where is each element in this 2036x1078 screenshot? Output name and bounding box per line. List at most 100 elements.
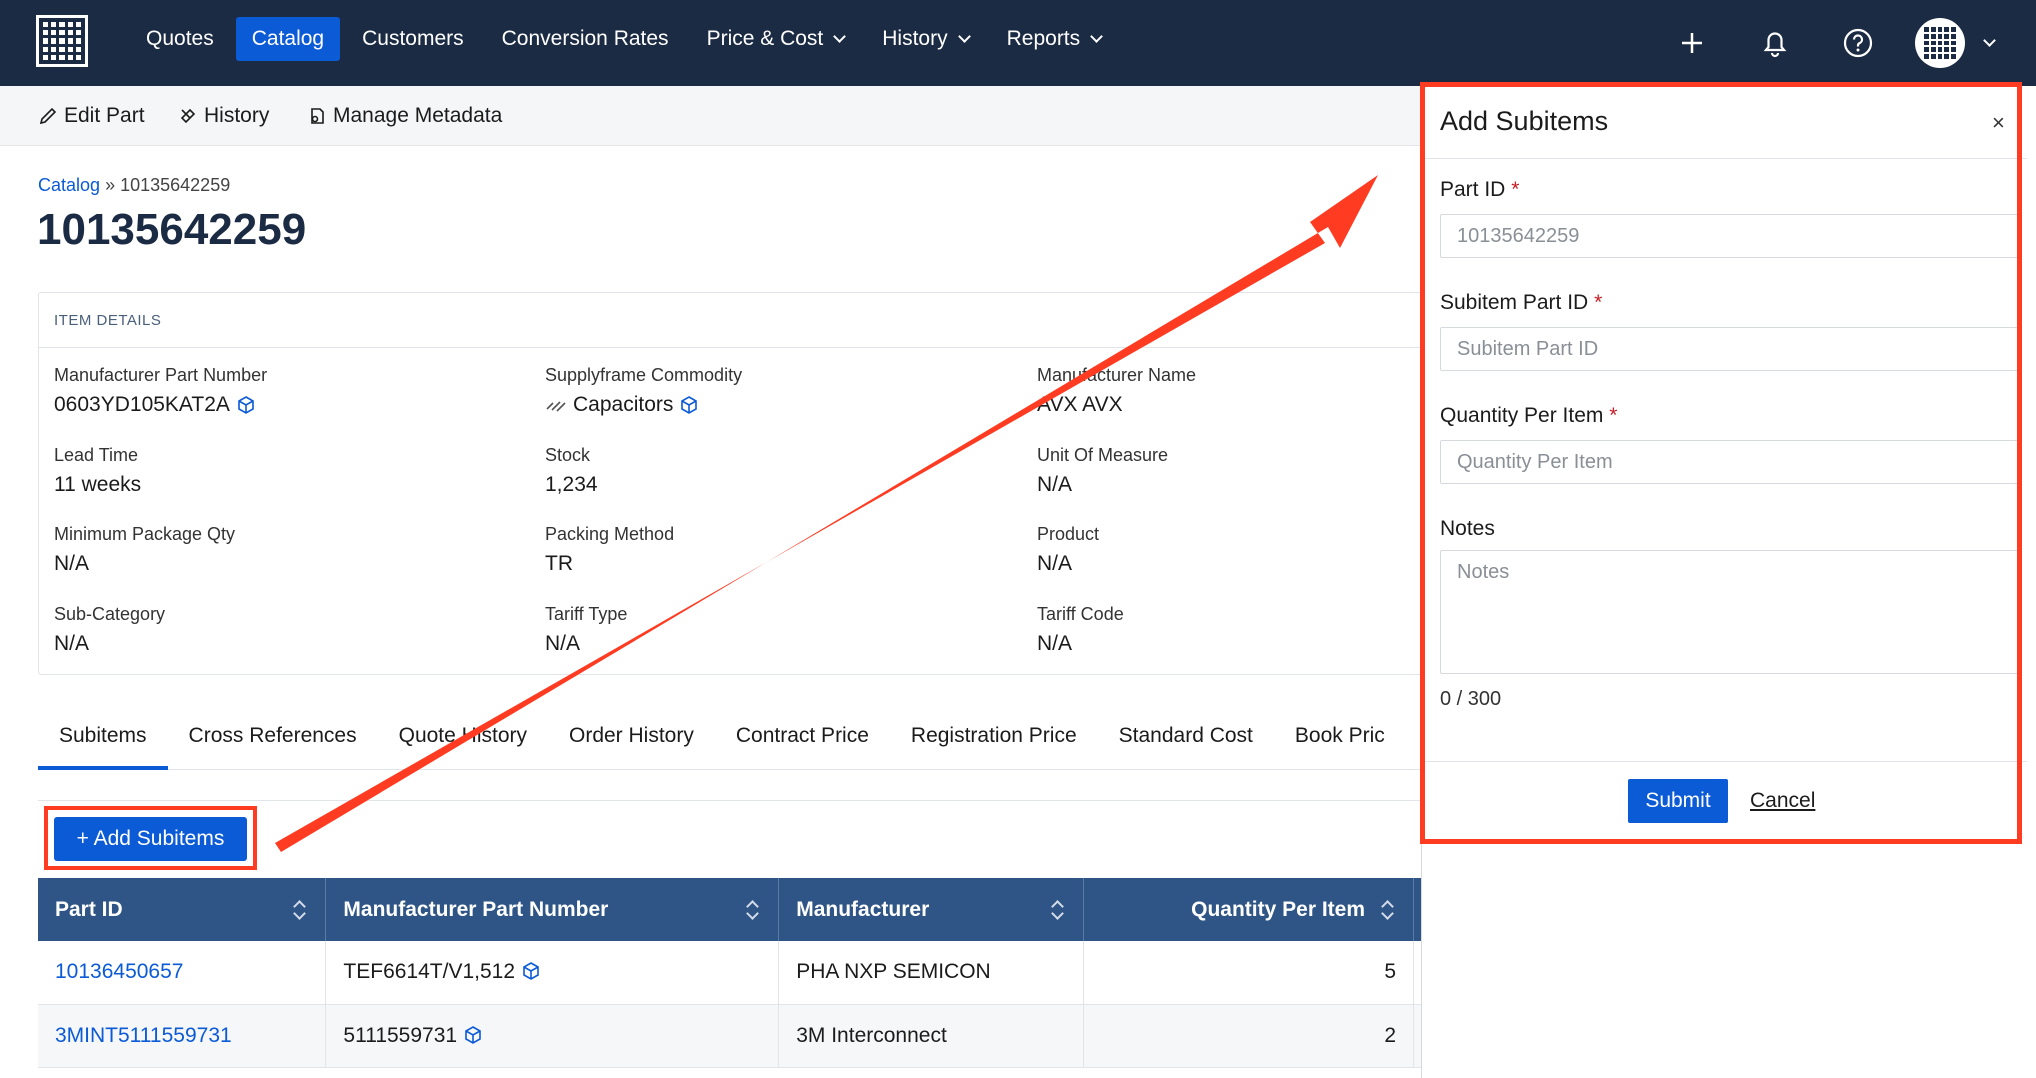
sort-icon[interactable] bbox=[1381, 900, 1393, 920]
field-mpn: Manufacturer Part Number 0603YD105KAT2A bbox=[54, 365, 267, 417]
cube-icon[interactable] bbox=[679, 395, 699, 415]
field-value: N/A bbox=[545, 632, 581, 655]
col-part-id[interactable]: Part ID bbox=[38, 878, 327, 941]
nav-links: Quotes Catalog Customers Conversion Rate… bbox=[130, 17, 1123, 61]
table-row: 10136450657 TEF6614T/V1,512 PHA NXP SEMI… bbox=[38, 941, 1478, 1005]
field-value-wrap: 0603YD105KAT2A bbox=[54, 393, 267, 417]
cube-icon[interactable] bbox=[463, 1025, 483, 1045]
app-logo-icon[interactable] bbox=[36, 15, 88, 67]
breadcrumb-separator: » bbox=[105, 175, 116, 195]
field-label: Supplyframe Commodity bbox=[545, 365, 743, 385]
tab-cross-references[interactable]: Cross References bbox=[168, 712, 378, 770]
tab-standard-cost[interactable]: Standard Cost bbox=[1098, 712, 1274, 770]
part-id-link[interactable]: 3MINT5111559731 bbox=[55, 1024, 232, 1047]
field-value: 11 weeks bbox=[54, 473, 142, 496]
nav-actions bbox=[1670, 0, 1714, 86]
field-tariff-type: Tariff Type N/A bbox=[545, 604, 627, 656]
sort-icon[interactable] bbox=[293, 900, 305, 920]
pencil-icon bbox=[39, 107, 57, 125]
nav-customers[interactable]: Customers bbox=[346, 17, 480, 61]
nav-quotes[interactable]: Quotes bbox=[130, 17, 230, 61]
field-value: TR bbox=[545, 552, 573, 575]
field-label: Stock bbox=[545, 445, 591, 465]
nav-history[interactable]: History bbox=[866, 17, 984, 61]
tab-contract-price[interactable]: Contract Price bbox=[715, 712, 890, 770]
field-value: N/A bbox=[54, 552, 90, 575]
nav-price-cost[interactable]: Price & Cost bbox=[691, 17, 861, 61]
edit-part-button[interactable]: Edit Part bbox=[38, 86, 145, 146]
cell-mpn: TEF6614T/V1,512 bbox=[325, 941, 780, 1005]
nav-conversion-rates[interactable]: Conversion Rates bbox=[486, 17, 685, 61]
field-unit-of-measure: Unit Of Measure N/A bbox=[1037, 445, 1168, 497]
cell-qty: 2 bbox=[1083, 1004, 1415, 1068]
cell-qty: 5 bbox=[1083, 941, 1415, 1005]
chevron-down-icon bbox=[957, 29, 971, 43]
edit-part-label: Edit Part bbox=[64, 104, 145, 127]
field-sub-category: Sub-Category N/A bbox=[54, 604, 165, 656]
field-label: Packing Method bbox=[545, 524, 675, 544]
nav-reports-label: Reports bbox=[1006, 27, 1081, 50]
cell-mpn: 5111559731 bbox=[325, 1004, 780, 1068]
field-value: 0603YD105KAT2A bbox=[54, 393, 230, 416]
table-row: 3MINT5111559731 5111559731 3M Interconne… bbox=[38, 1004, 1478, 1068]
tab-order-history[interactable]: Order History bbox=[548, 712, 715, 770]
help-wrap bbox=[1836, 0, 1880, 86]
chevron-down-icon bbox=[1090, 29, 1104, 43]
col-mpn[interactable]: Manufacturer Part Number bbox=[325, 878, 780, 941]
cube-icon[interactable] bbox=[521, 961, 541, 981]
field-packing-method: Packing Method TR bbox=[545, 524, 674, 576]
top-nav: Quotes Catalog Customers Conversion Rate… bbox=[0, 0, 2036, 86]
cube-icon[interactable] bbox=[236, 395, 256, 415]
highlight-box bbox=[1420, 82, 2022, 844]
field-commodity: Supplyframe Commodity Capacitors bbox=[545, 365, 742, 417]
cell-manufacturer: 3M Interconnect bbox=[778, 1004, 1085, 1068]
help-icon[interactable] bbox=[1836, 21, 1880, 65]
nav-reports[interactable]: Reports bbox=[991, 17, 1118, 61]
history-button[interactable]: History bbox=[178, 86, 269, 146]
field-value: N/A bbox=[54, 632, 90, 655]
part-id-link[interactable]: 10136450657 bbox=[55, 960, 183, 983]
field-value-wrap: Capacitors bbox=[545, 393, 742, 417]
sort-icon[interactable] bbox=[1051, 900, 1063, 920]
mpn-value: TEF6614T/V1,512 bbox=[343, 960, 516, 984]
sort-icon[interactable] bbox=[746, 900, 758, 920]
manage-metadata-button[interactable]: Manage Metadata bbox=[307, 86, 502, 146]
plus-icon[interactable] bbox=[1670, 21, 1714, 65]
history-icon bbox=[180, 108, 196, 124]
field-label: Lead Time bbox=[54, 445, 139, 465]
col-qty[interactable]: Quantity Per Item bbox=[1083, 878, 1415, 941]
notifications-wrap bbox=[1753, 0, 1797, 86]
col-label: Manufacturer bbox=[796, 897, 930, 921]
field-label: Product bbox=[1037, 524, 1100, 544]
nav-history-label: History bbox=[882, 27, 948, 50]
field-value: N/A bbox=[1037, 632, 1073, 655]
page-title: 10135642259 bbox=[37, 205, 307, 254]
cell-part-id: 3MINT5111559731 bbox=[38, 1004, 327, 1068]
field-label: Minimum Package Qty bbox=[54, 524, 236, 544]
field-label: Manufacturer Name bbox=[1037, 365, 1197, 385]
metadata-icon bbox=[311, 108, 324, 124]
tab-quote-history[interactable]: Quote History bbox=[378, 712, 548, 770]
field-value: N/A bbox=[1037, 552, 1073, 575]
field-value: N/A bbox=[1037, 473, 1073, 496]
col-manufacturer[interactable]: Manufacturer bbox=[778, 878, 1085, 941]
field-product: Product N/A bbox=[1037, 524, 1099, 576]
breadcrumb-current: 10135642259 bbox=[120, 175, 231, 195]
field-value: Capacitors bbox=[573, 393, 674, 416]
bell-icon[interactable] bbox=[1753, 21, 1797, 65]
tab-book-price[interactable]: Book Pric bbox=[1274, 712, 1406, 770]
cell-part-id: 10136450657 bbox=[38, 941, 327, 1005]
tab-subitems[interactable]: Subitems bbox=[38, 712, 168, 770]
field-min-package-qty: Minimum Package Qty N/A bbox=[54, 524, 235, 576]
chevron-down-icon[interactable] bbox=[1983, 33, 1996, 47]
breadcrumb: Catalog » 10135642259 bbox=[38, 175, 230, 196]
field-tariff-code: Tariff Code N/A bbox=[1037, 604, 1124, 656]
nav-catalog[interactable]: Catalog bbox=[235, 17, 341, 61]
divider bbox=[38, 800, 1478, 801]
user-menu-wrap bbox=[1915, 0, 1996, 86]
nav-price-cost-label: Price & Cost bbox=[706, 27, 824, 50]
tab-registration-price[interactable]: Registration Price bbox=[890, 712, 1098, 770]
breadcrumb-catalog-link[interactable]: Catalog bbox=[38, 175, 100, 195]
mpn-value: 5111559731 bbox=[343, 1023, 458, 1047]
avatar[interactable] bbox=[1915, 18, 1965, 68]
